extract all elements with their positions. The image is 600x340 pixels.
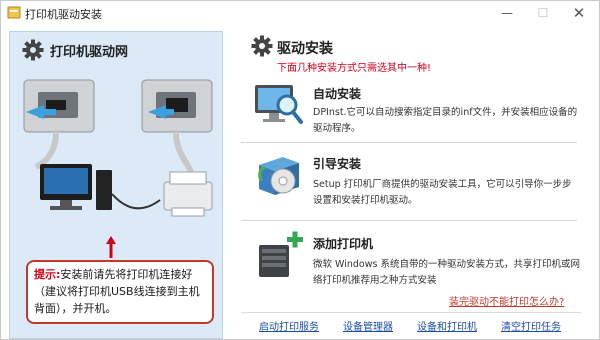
device-manager-link[interactable]: 设备管理器 [343, 318, 393, 333]
start-print-service-link[interactable]: 启动打印服务 [259, 318, 319, 333]
left-panel: 打印机驱动网 提示:安装前请先将打印机连接好（建议将打印机USB线连接到主机背面… [9, 31, 223, 339]
devices-and-printers-link[interactable]: 设备和打印机 [417, 318, 477, 333]
monitor-search-icon[interactable] [253, 81, 305, 129]
arrow-up-icon [106, 236, 116, 258]
connection-illustration [23, 79, 213, 217]
add-printer-title[interactable]: 添加打印机 [313, 235, 373, 252]
cannot-print-help-link[interactable]: 装完驱动不能打印怎么办? [449, 293, 564, 308]
gear-icon [251, 35, 273, 57]
divider [241, 142, 577, 143]
maximize-button[interactable]: ☐ [525, 1, 561, 25]
minimize-button[interactable]: — [489, 1, 525, 25]
tip-box: 提示:安装前请先将打印机连接好（建议将打印机USB线连接到主机背面），并开机。 [26, 260, 214, 324]
auto-install-title[interactable]: 自动安装 [313, 85, 361, 102]
setup-box-icon[interactable] [253, 151, 305, 199]
tip-label: 提示: [34, 268, 61, 281]
divider [241, 220, 577, 221]
add-printer-icon[interactable] [253, 231, 305, 279]
gear-icon [22, 39, 44, 61]
bottom-link-bar: 启动打印服务 设备管理器 设备和打印机 清空打印任务 [241, 312, 581, 334]
install-hint: 下面几种安装方式只需选其中一种! [277, 63, 432, 74]
window-title: 打印机驱动安装 [25, 8, 102, 21]
app-icon [7, 6, 21, 19]
close-button[interactable]: ✕ [561, 1, 597, 25]
installer-window: 打印机驱动安装 — ☐ ✕ 打印机驱动网 提示:安装前请先将打印机连接好（建议将… [0, 0, 600, 340]
title-bar: 打印机驱动安装 — ☐ ✕ [1, 1, 599, 25]
add-printer-desc: 微软 Windows 系统自带的一种驱动安装方式，共享打印机或网络打印机推荐用之… [313, 259, 580, 286]
guided-install-title[interactable]: 引导安装 [313, 155, 361, 172]
guided-install-desc: Setup 打印机厂商提供的驱动安装工具，它可以引导你一步步设置和安装打印机驱动… [313, 179, 572, 206]
auto-install-desc: DPInst.它可以自动搜索指定目录的inf文件，并安装相应设备的驱动程序。 [313, 107, 578, 134]
right-panel-title: 驱动安装 [277, 41, 333, 57]
clear-print-jobs-link[interactable]: 清空打印任务 [501, 318, 561, 333]
left-panel-title: 打印机驱动网 [50, 45, 129, 60]
